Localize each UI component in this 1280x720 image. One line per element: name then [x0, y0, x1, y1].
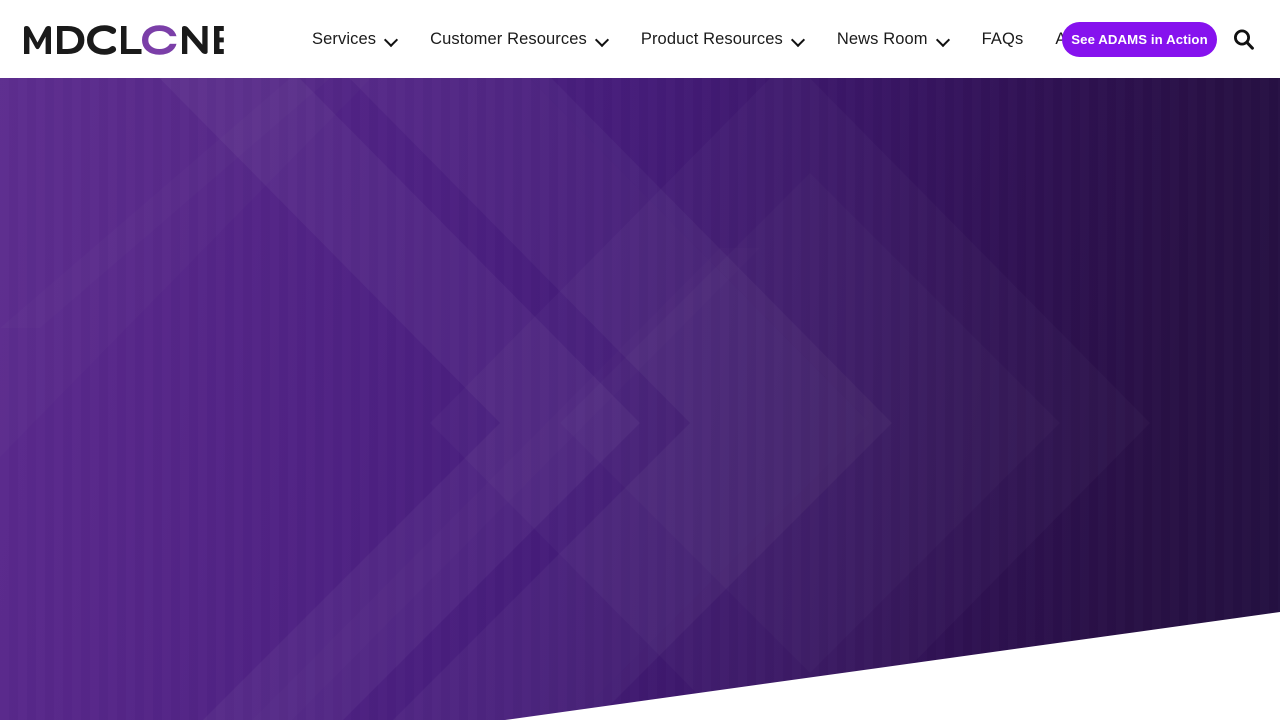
nav-item-product-resources[interactable]: Product Resources [625, 0, 821, 78]
hero-decorative-chevrons [0, 78, 1280, 720]
chevron-down-icon [792, 35, 805, 43]
hero-band-texture [0, 78, 1280, 720]
search-button[interactable] [1229, 25, 1259, 55]
diagonal-cut-shape [505, 612, 1280, 720]
nav-item-news-room[interactable]: News Room [821, 0, 966, 78]
logo-wordmark-icon [24, 25, 224, 55]
nav-item-label: Product Resources [640, 29, 783, 48]
nav-item-label: FAQs [981, 29, 1024, 48]
nav-item-services[interactable]: Services [296, 0, 414, 78]
logo-mdclone[interactable] [22, 23, 224, 57]
site-header: Services Customer Resources Product Reso… [0, 0, 1280, 78]
hero-banner [0, 78, 1280, 720]
nav-item-label: Services [312, 29, 377, 48]
chevron-down-icon [937, 35, 950, 43]
chevron-pattern-icon [159, 78, 640, 720]
nav-item-label: News Room [836, 29, 928, 48]
page-root: Services Customer Resources Product Reso… [0, 0, 1280, 720]
main-navigation: Services Customer Resources Product Reso… [296, 0, 1137, 78]
nav-item-label: Customer Resources [430, 29, 587, 48]
nav-item-faqs[interactable]: FAQs [966, 0, 1040, 78]
see-adams-in-action-button[interactable]: See ADAMS in Action [1062, 22, 1217, 57]
chevron-down-icon [385, 35, 398, 43]
hero-diagonal-cut [0, 600, 1280, 720]
nav-item-customer-resources[interactable]: Customer Resources [414, 0, 625, 78]
chevron-down-icon [596, 35, 609, 43]
search-icon [1234, 29, 1254, 50]
